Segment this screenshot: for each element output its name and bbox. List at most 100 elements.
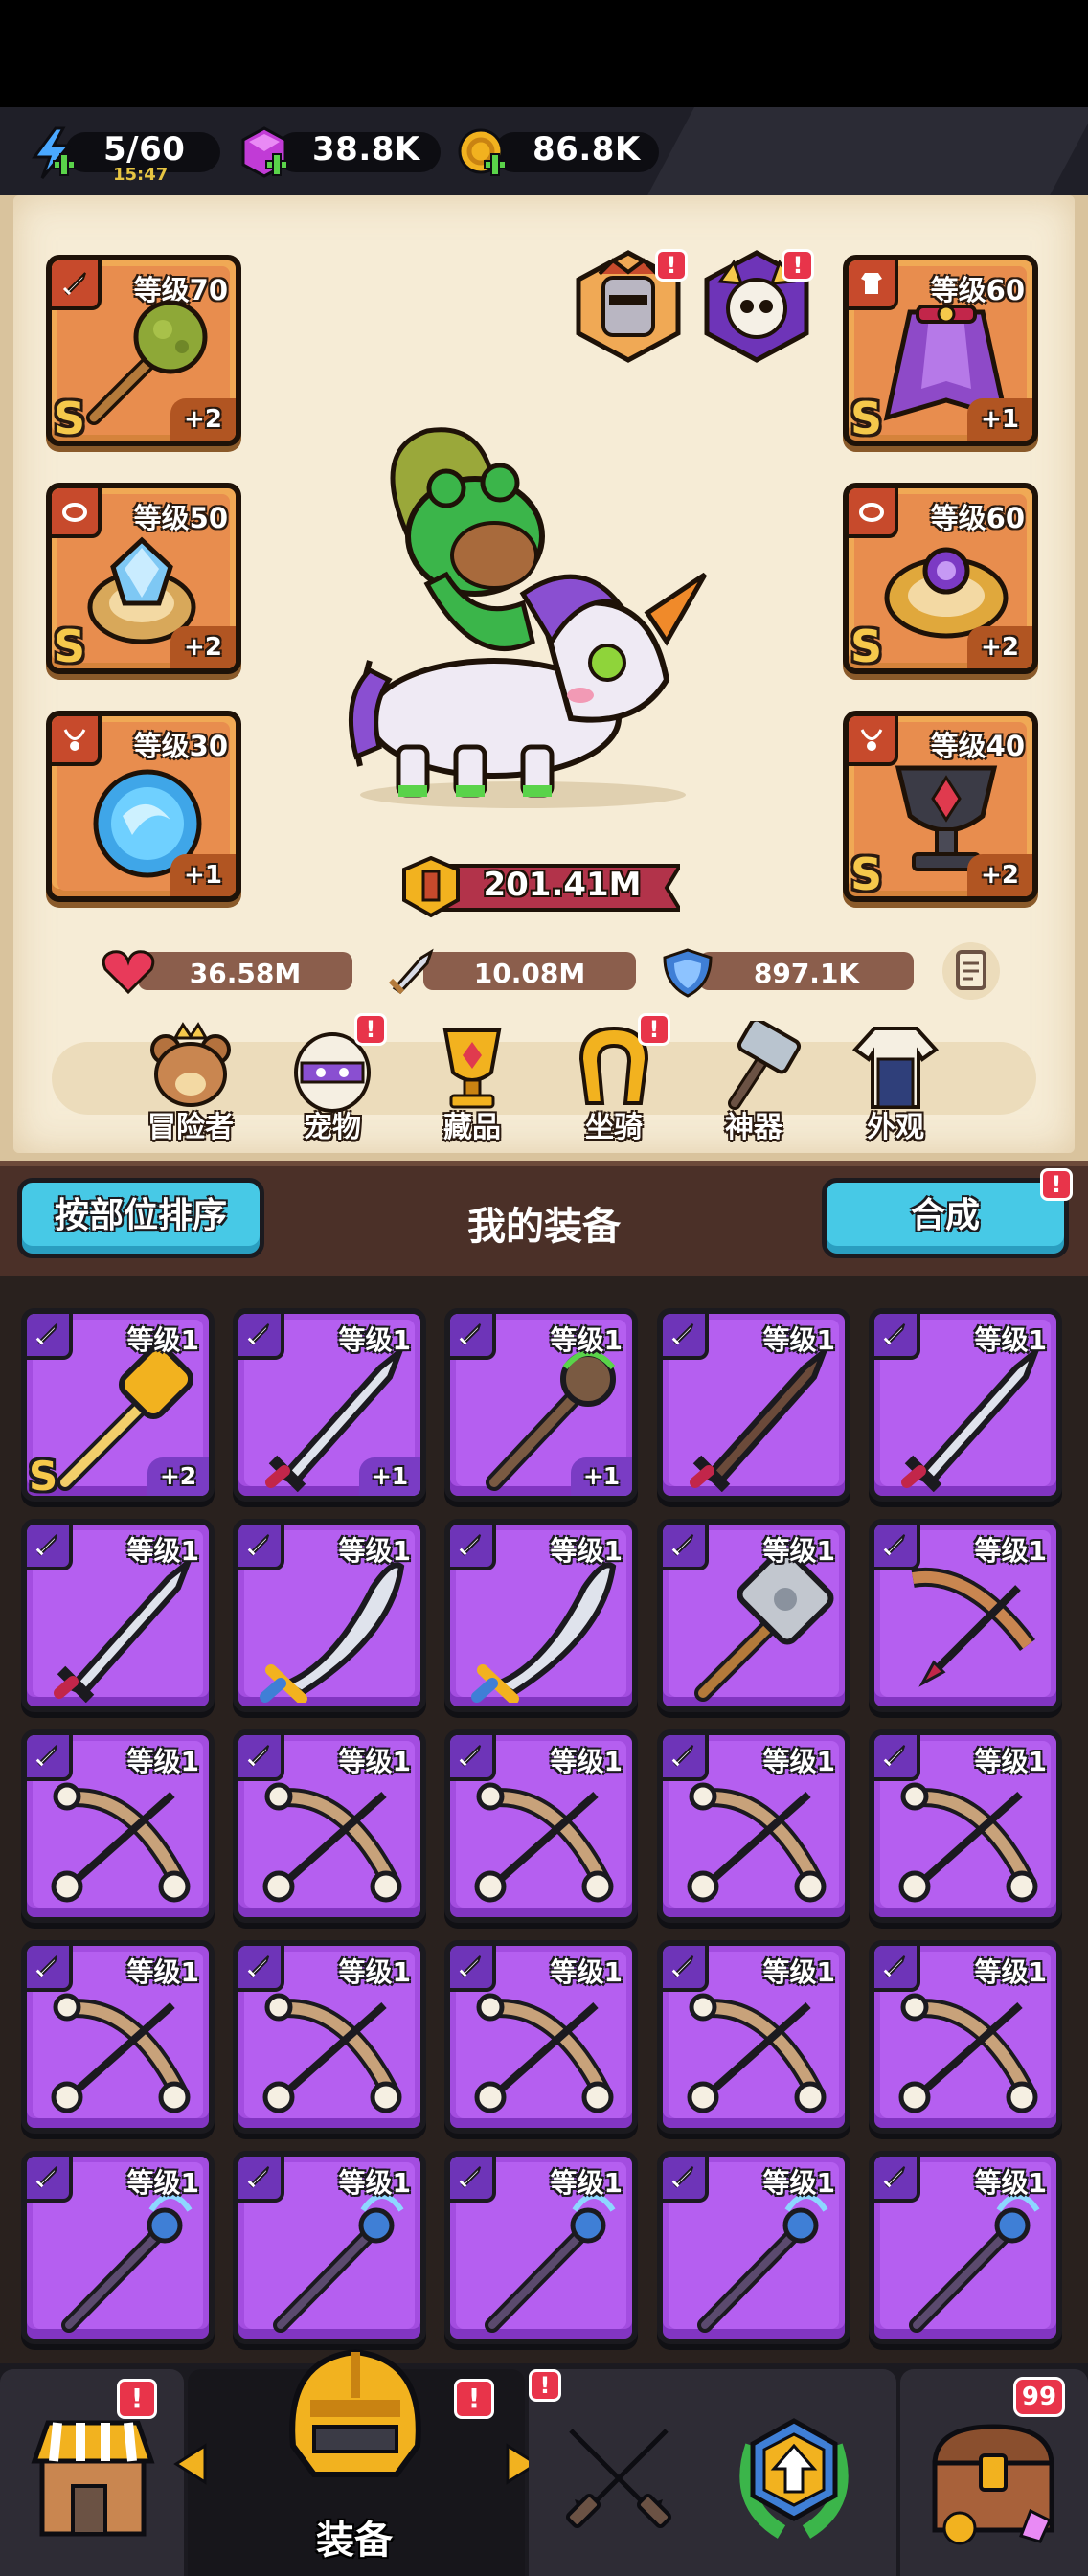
- equipment-item-card[interactable]: 等级1: [869, 1519, 1062, 1712]
- hp-value: 36.58M: [189, 958, 302, 989]
- shield-icon: [663, 948, 713, 998]
- power-value: 201.41M: [483, 866, 642, 904]
- item-level: 等级1: [974, 2167, 1047, 2199]
- nav-chest[interactable]: 99: [900, 2369, 1088, 2576]
- item-level: 等级1: [974, 1324, 1047, 1356]
- equipped-belt-slot[interactable]: 等级60 +2 S: [843, 483, 1038, 674]
- crossed-swords-icon: [565, 2429, 672, 2529]
- item-level: 等级1: [338, 2167, 411, 2199]
- item-level: 等级1: [974, 1746, 1047, 1777]
- energy-value: 5/60: [103, 130, 186, 169]
- equipment-item-card[interactable]: 等级1 +2 S: [21, 1308, 215, 1502]
- stats-detail-icon[interactable]: [939, 938, 1004, 1004]
- equipped-weapon-slot[interactable]: 等级70 +2 S: [46, 255, 241, 446]
- item-level: 等级1: [338, 1535, 411, 1567]
- equipment-item-card[interactable]: 等级1: [21, 1519, 215, 1712]
- chevron-left-icon[interactable]: [172, 2442, 211, 2486]
- equipped-armor-slot[interactable]: 等级60 +1 S: [843, 255, 1038, 446]
- gem-counter[interactable]: 38.8K: [238, 126, 448, 178]
- coin-value: 86.8K: [533, 130, 641, 169]
- category-adventurer[interactable]: 冒险者: [128, 1021, 253, 1145]
- equipment-item-card[interactable]: 等级1: [444, 1729, 638, 1923]
- upgrade-icon: [739, 2418, 849, 2539]
- equipment-item-card[interactable]: 等级1: [233, 2151, 426, 2344]
- defense-stat: 897.1K: [661, 948, 914, 998]
- upgrade-plus: +1: [571, 1457, 632, 1496]
- equipped-trinket-slot[interactable]: 等级40 +2 S: [843, 711, 1038, 902]
- equipment-item-card[interactable]: 等级1: [233, 1519, 426, 1712]
- rank-badge: S: [850, 848, 883, 900]
- category-appearance[interactable]: 外观: [833, 1021, 958, 1145]
- upgrade-plus: +2: [967, 626, 1032, 668]
- equipment-item-card[interactable]: 等级1: [869, 2151, 1062, 2344]
- item-level: 等级1: [762, 1535, 835, 1567]
- magic-wand-icon: [909, 2193, 1040, 2333]
- category-collection[interactable]: 藏品: [410, 1021, 534, 1145]
- equipment-title: 我的装备: [467, 1205, 621, 1249]
- upgrade-plus: +2: [967, 854, 1032, 896]
- equipment-item-card[interactable]: 等级1: [657, 1729, 850, 1923]
- hp-stat: 36.58M: [100, 948, 352, 995]
- equipment-item-card[interactable]: 等级1: [869, 1308, 1062, 1502]
- shop-alert-badge: !: [117, 2379, 157, 2419]
- item-level: 等级1: [974, 1535, 1047, 1567]
- energy-counter[interactable]: 5/60 15:47: [27, 126, 220, 185]
- equipment-item-card[interactable]: 等级1: [233, 1729, 426, 1923]
- equipment-item-card[interactable]: 等级1: [21, 1940, 215, 2134]
- merge-alert-badge: !: [1040, 1168, 1073, 1201]
- equipment-item-card[interactable]: 等级1 +1: [233, 1308, 426, 1502]
- magic-wand-icon: [485, 2193, 616, 2333]
- coin-counter[interactable]: 86.8K: [456, 126, 667, 176]
- item-level: 等级1: [550, 1746, 623, 1777]
- item-level: 等级1: [338, 1324, 411, 1356]
- attack-value: 10.08M: [473, 958, 586, 989]
- item-level: 等级1: [126, 2167, 199, 2199]
- category-label: 外观: [867, 1111, 924, 1144]
- skull-alert-badge: !: [782, 249, 814, 282]
- energy-timer: 15:47: [113, 165, 169, 185]
- bone-bow-icon: [474, 1993, 614, 2113]
- equipped-necklace-slot[interactable]: 等级30 +1: [46, 711, 241, 902]
- equipment-item-card[interactable]: 等级1: [657, 1308, 850, 1502]
- equipped-ring-slot[interactable]: 等级50 +2 S: [46, 483, 241, 674]
- nav-battle[interactable]: !: [529, 2369, 896, 2576]
- gem-value: 38.8K: [312, 130, 420, 169]
- knight-alert-badge: !: [655, 249, 688, 282]
- trophy-icon: [442, 1028, 502, 1109]
- category-label: 坐骑: [585, 1111, 643, 1144]
- item-level: 等级1: [550, 1535, 623, 1567]
- resource-bar: 5/60 15:47 38.8K 86.8K: [0, 107, 1088, 195]
- rank-badge: S: [850, 621, 883, 672]
- stone-hammer-icon: [694, 1549, 834, 1702]
- outfit-icon: [852, 1027, 939, 1109]
- equipment-item-card[interactable]: 等级1: [657, 1519, 850, 1712]
- equipment-item-card[interactable]: 等级1 +1: [444, 1308, 638, 1502]
- equipment-item-card[interactable]: 等级1: [444, 2151, 638, 2344]
- bone-bow-icon: [687, 1993, 827, 2113]
- item-level: 等级1: [762, 1324, 835, 1356]
- equipment-item-card[interactable]: 等级1: [657, 2151, 850, 2344]
- chest-count-badge: 99: [1013, 2377, 1065, 2417]
- bone-bow-icon: [474, 1782, 614, 1903]
- merge-button[interactable]: 合成: [822, 1178, 1069, 1258]
- equipment-item-card[interactable]: 等级1: [869, 1729, 1062, 1923]
- scimitar-icon: [471, 1562, 617, 1703]
- equipment-item-card[interactable]: 等级1: [233, 1940, 426, 2134]
- treasure-chest-icon: [932, 2424, 1054, 2545]
- equipment-alert-badge: !: [454, 2379, 494, 2419]
- equipment-item-card[interactable]: 等级1: [869, 1940, 1062, 2134]
- lightning-icon: [32, 126, 76, 179]
- sort-by-slot-button[interactable]: 按部位排序: [17, 1178, 264, 1258]
- power-display: 201.41M: [402, 856, 680, 919]
- equipment-item-card[interactable]: 等级1: [21, 1729, 215, 1923]
- equipment-item-card[interactable]: 等级1: [444, 1940, 638, 2134]
- equipment-item-card[interactable]: 等级1: [21, 2151, 215, 2344]
- nav-shop[interactable]: !: [0, 2369, 184, 2576]
- attack-stat: 10.08M: [385, 948, 636, 995]
- item-level: 等级1: [550, 1956, 623, 1988]
- upgrade-plus: +2: [170, 398, 236, 441]
- equipment-item-card[interactable]: 等级1: [444, 1519, 638, 1712]
- equipment-item-card[interactable]: 等级1: [657, 1940, 850, 2134]
- category-artifact[interactable]: 神器: [691, 1021, 816, 1145]
- rank-badge: S: [29, 1453, 58, 1500]
